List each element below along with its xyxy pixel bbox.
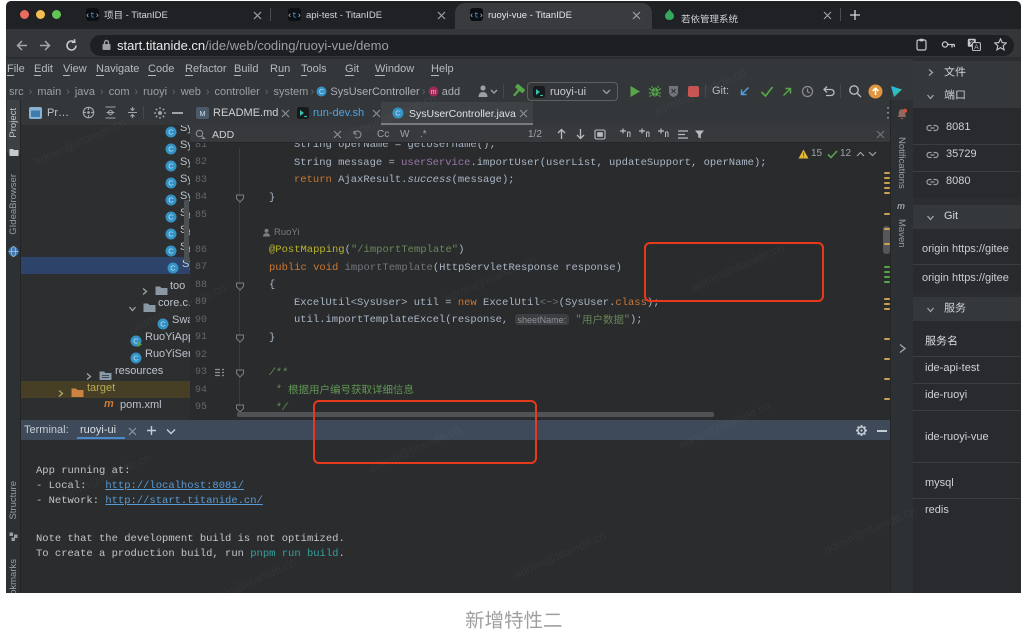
svg-text:C: C: [168, 161, 174, 170]
svg-text:C: C: [168, 144, 174, 153]
svg-text:C: C: [168, 246, 174, 255]
svg-text:C: C: [133, 353, 139, 362]
svg-text:C: C: [168, 195, 174, 204]
svg-text:C: C: [168, 127, 174, 136]
svg-text:C: C: [168, 178, 174, 187]
svg-text:C: C: [170, 263, 176, 272]
svg-text:‹t›: ‹t›: [86, 12, 99, 21]
svg-text:!: !: [803, 153, 805, 159]
svg-text:C: C: [319, 89, 324, 96]
svg-text:C: C: [168, 229, 174, 238]
svg-text:A: A: [974, 44, 979, 51]
svg-text:M: M: [200, 111, 206, 118]
svg-text:‹t›: ‹t›: [470, 12, 483, 21]
svg-text:C: C: [168, 212, 174, 221]
svg-text:‹t›: ‹t›: [288, 12, 301, 21]
